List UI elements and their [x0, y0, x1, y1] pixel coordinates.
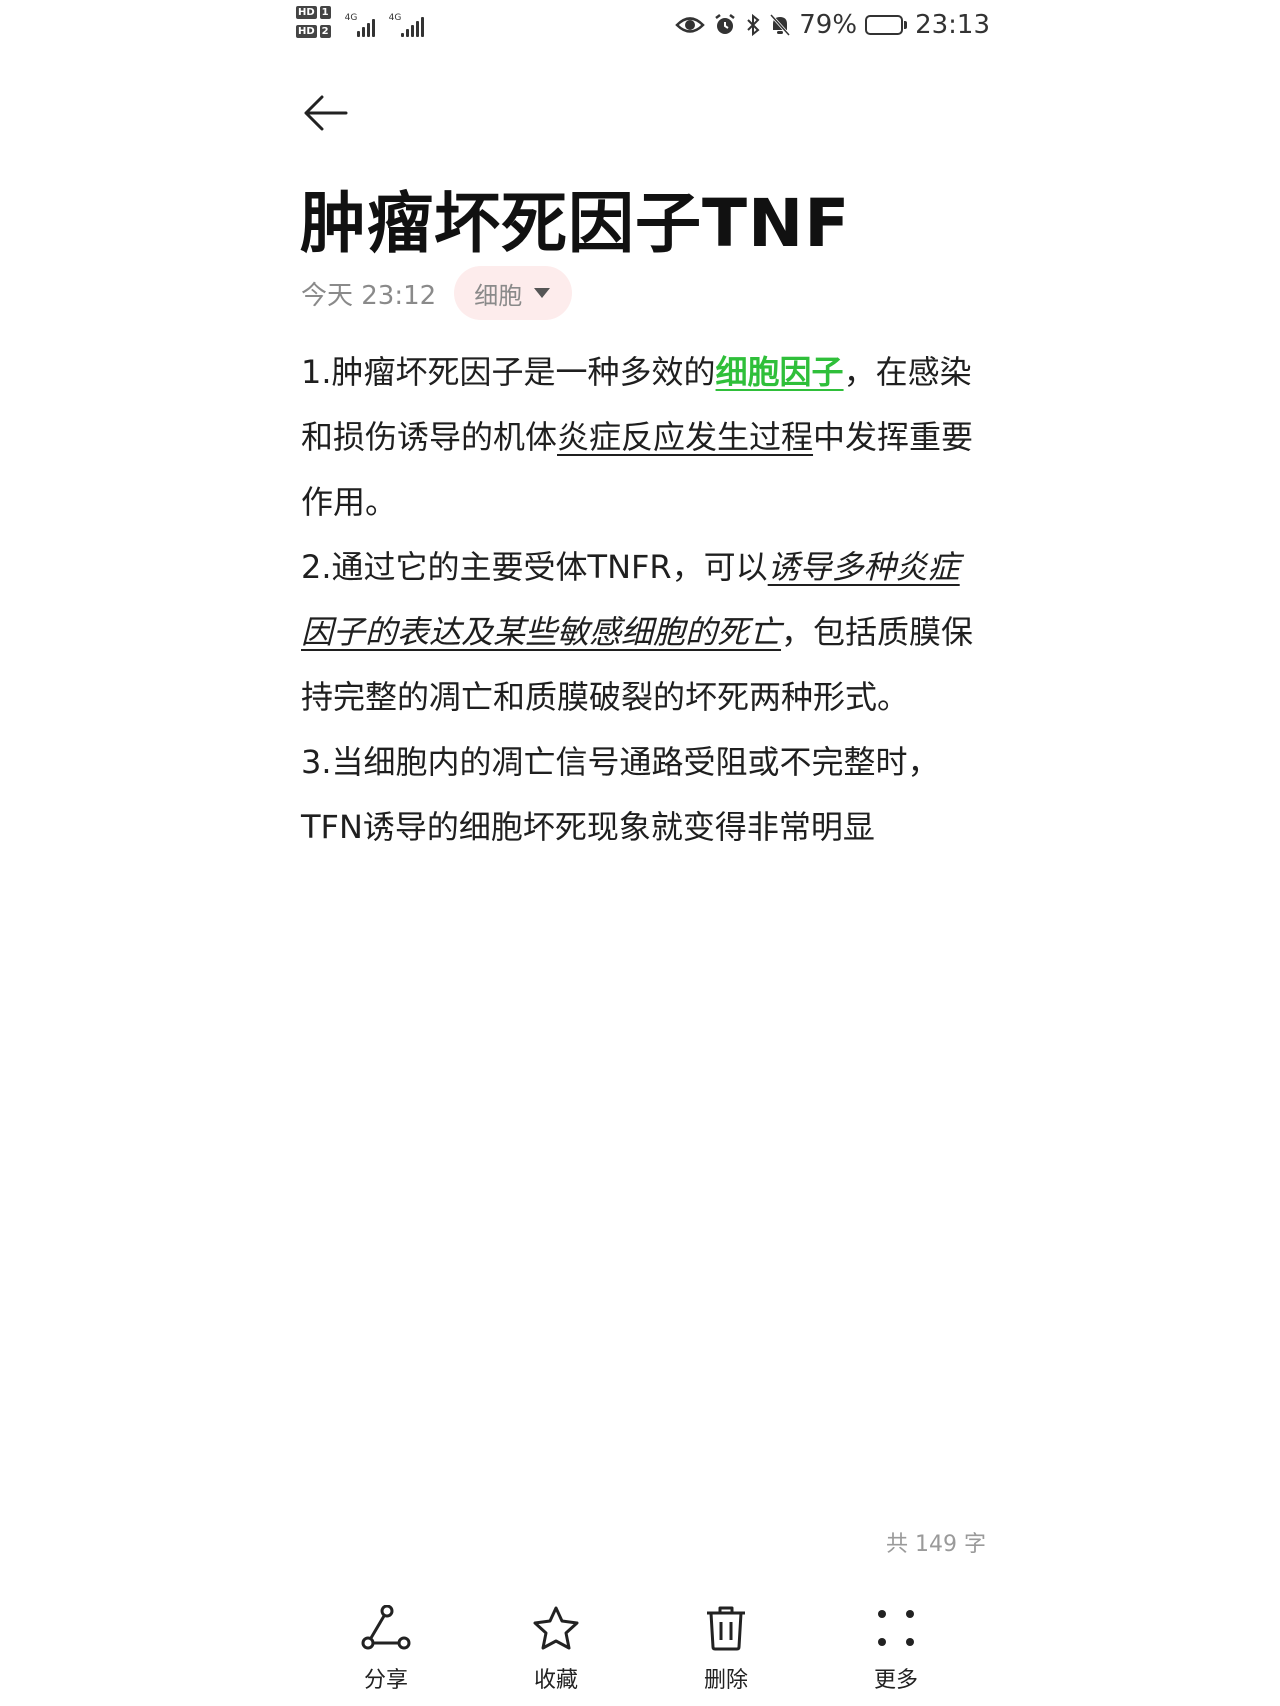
- word-count: 共 149 字: [886, 1532, 986, 1557]
- signal-area: HD 1 HD 2 4G 4G: [296, 6, 425, 38]
- system-indicators: 79% 23:13: [675, 10, 990, 40]
- highlight-green-text: 细胞因子: [715, 353, 844, 391]
- paragraph-3: 3.当细胞内的凋亡信号通路受阻或不完整时，TFN诱导的细胞坏死现象就变得非常明显: [301, 743, 940, 846]
- bottom-toolbar: 分享 收藏 删除 更多: [0, 1600, 1280, 1706]
- back-arrow-icon: [304, 95, 348, 131]
- eye-icon: [675, 14, 706, 36]
- share-icon: [361, 1605, 411, 1650]
- star-icon: [533, 1606, 579, 1650]
- paragraph-1: 1.肿瘤坏死因子是一种多效的细胞因子，在感染和损伤诱导的机体炎症反应发生过程中发…: [301, 353, 974, 521]
- caret-down-icon: [534, 288, 551, 298]
- signal-strength-icon: 4G: [345, 7, 375, 37]
- note-meta: 今天 23:12 细胞: [301, 266, 573, 320]
- trash-icon: [707, 1606, 745, 1651]
- mute-bell-icon: [769, 13, 791, 37]
- delete-button[interactable]: 删除: [666, 1600, 786, 1694]
- note-title[interactable]: 肿瘤坏死因子TNF: [300, 170, 850, 266]
- status-bar: HD 1 HD 2 4G 4G 79% 23:13: [0, 0, 1280, 56]
- battery-percent: 79%: [799, 10, 858, 40]
- share-button[interactable]: 分享: [326, 1600, 446, 1694]
- underlined-text: 炎症反应发生过程: [557, 418, 814, 456]
- sim2-badge: HD 2: [296, 25, 331, 38]
- more-dots-icon: [878, 1610, 914, 1646]
- note-timestamp: 今天 23:12: [301, 280, 437, 311]
- favorite-button[interactable]: 收藏: [496, 1600, 616, 1694]
- category-label: 细胞: [474, 281, 523, 310]
- paragraph-2: 2.通过它的主要受体TNFR，可以诱导多种炎症因子的表达及某些敏感细胞的死亡，包…: [301, 548, 974, 716]
- back-button[interactable]: [300, 88, 350, 138]
- signal-strength-icon: 4G: [389, 7, 425, 37]
- battery-icon: [865, 15, 908, 35]
- more-button[interactable]: 更多: [836, 1600, 956, 1694]
- alarm-icon: [713, 13, 737, 37]
- bluetooth-icon: [745, 13, 761, 37]
- category-dropdown[interactable]: 细胞: [454, 266, 573, 320]
- status-time: 23:13: [915, 10, 990, 40]
- note-body[interactable]: 1.肿瘤坏死因子是一种多效的细胞因子，在感染和损伤诱导的机体炎症反应发生过程中发…: [301, 340, 991, 860]
- sim1-badge: HD 1: [296, 6, 331, 19]
